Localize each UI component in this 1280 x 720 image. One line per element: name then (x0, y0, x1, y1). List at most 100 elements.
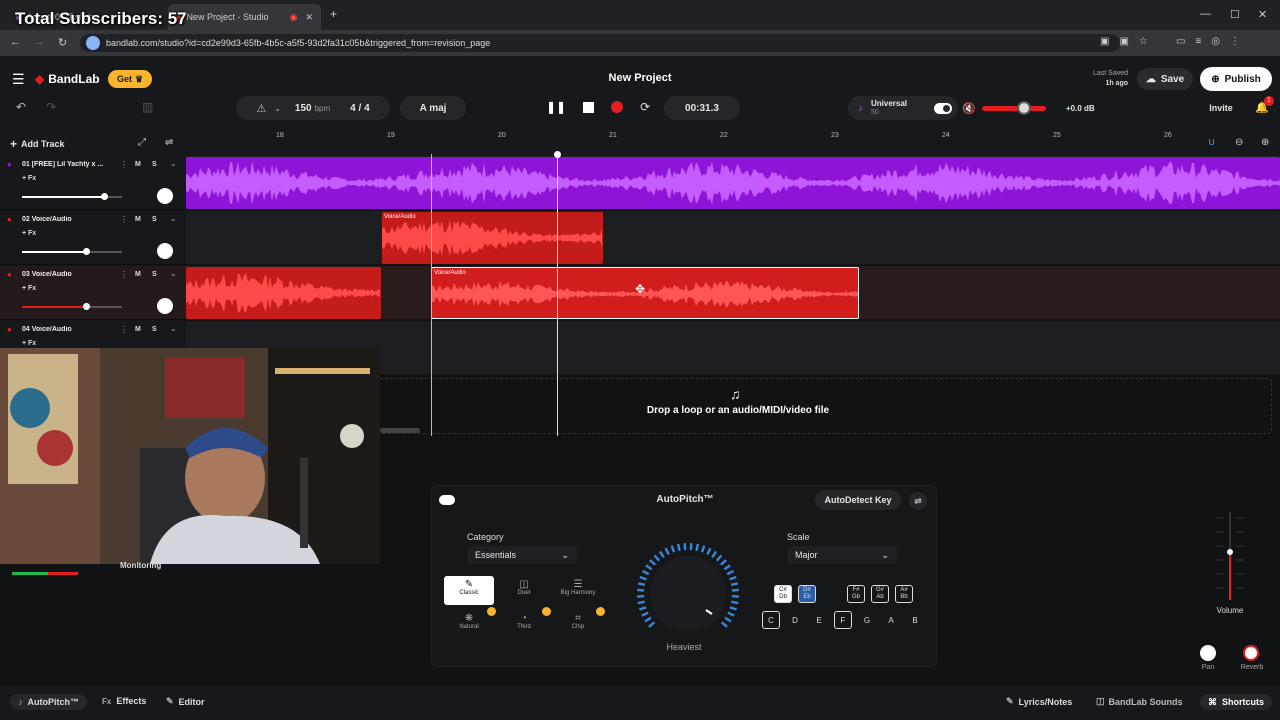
track-menu-icon[interactable]: ⋮ (120, 160, 128, 169)
add-fx-button[interactable]: + Fx (22, 230, 36, 237)
autopitch-enable-toggle[interactable] (439, 495, 455, 505)
track-menu-icon[interactable]: ⋮ (120, 325, 128, 334)
monitoring-toggle[interactable]: Monitoring (120, 561, 161, 570)
track-settings-icon[interactable]: ⇌ (165, 137, 173, 148)
add-fx-button[interactable]: + Fx (22, 340, 36, 347)
zoom-in-icon[interactable]: ⊕ (1261, 137, 1269, 148)
chevron-down-icon[interactable]: ⌄ (170, 269, 177, 278)
pan-knob[interactable] (157, 243, 173, 259)
amount-dial[interactable] (636, 542, 740, 646)
loop-icon[interactable]: ⟳ (640, 100, 650, 114)
reverb-knob[interactable] (1243, 645, 1259, 661)
track-volume-fader[interactable] (1214, 512, 1246, 600)
snap-icon[interactable]: ∪ (1208, 137, 1215, 148)
invite-button[interactable]: Invite (1200, 96, 1242, 120)
category-dropdown[interactable]: Essentials ⌄ (467, 546, 577, 564)
master-volume-slider[interactable] (982, 106, 1046, 111)
playhead[interactable] (557, 154, 558, 436)
bpm-value[interactable]: 150 (295, 103, 312, 114)
tab-autopitch[interactable]: ♪ AutoPitch™ (10, 694, 87, 710)
mode-big-harmony[interactable]: ☰ Big Harmony (553, 576, 603, 606)
url-input[interactable]: bandlab.com/studio?id=cd2e99d3-65fb-4b5c… (80, 34, 1120, 52)
undo-icon[interactable]: ↶ (16, 100, 26, 114)
track-title[interactable]: 02 Voice/Audio (22, 216, 114, 223)
metronome-icon[interactable]: ⚠ (256, 102, 266, 115)
site-info-icon[interactable] (86, 36, 100, 50)
track-menu-icon[interactable]: ⋮ (120, 270, 128, 279)
mode-chip[interactable]: ⌗ Chip (553, 610, 603, 640)
wand-icon[interactable]: ⤢ (138, 137, 146, 148)
key-accidental[interactable]: G# Ab (871, 585, 889, 603)
clip-track2[interactable]: Voice/Audio (382, 212, 603, 264)
publish-button[interactable]: ⊕ Publish (1200, 67, 1272, 91)
maximize-icon[interactable]: ☐ (1230, 8, 1240, 21)
track-title[interactable]: 01 [FREE] Lil Yachty x ... (22, 161, 114, 168)
pan-knob[interactable] (157, 298, 173, 314)
track-title[interactable]: 04 Voice/Audio (22, 326, 114, 333)
mode-classic[interactable]: ✎ Classic (444, 576, 494, 605)
mute-master-icon[interactable]: 🔇 (962, 102, 976, 115)
browser-toolbar-icons[interactable]: ▭≡◎⋮ (1176, 36, 1250, 47)
key-accidental[interactable]: C# Db (774, 585, 792, 603)
mute-button[interactable]: M (135, 326, 141, 333)
mute-button[interactable]: M (135, 216, 141, 223)
solo-button[interactable]: S (152, 271, 157, 278)
minimize-icon[interactable]: — (1200, 8, 1211, 20)
volume-slider-handle[interactable] (83, 303, 90, 310)
solo-button[interactable]: S (152, 216, 157, 223)
clip-track3a[interactable] (186, 267, 381, 319)
master-volume-handle[interactable] (1017, 101, 1031, 115)
bandlab-logo[interactable]: ◆ BandLab (35, 72, 100, 86)
metronome-dropdown-icon[interactable]: ⌄ (274, 104, 281, 113)
tab-effects[interactable]: Fx Effects (102, 696, 146, 706)
record-icon[interactable] (611, 101, 624, 113)
clip-track1[interactable] (186, 157, 1280, 209)
solo-button[interactable]: S (152, 161, 157, 168)
volume-slider-handle[interactable] (101, 193, 108, 200)
key-note[interactable]: G (858, 611, 876, 629)
shortcuts-button[interactable]: ⌘ Shortcuts (1200, 694, 1273, 710)
track-lane-2[interactable] (186, 211, 1280, 265)
close-window-icon[interactable]: ✕ (1258, 8, 1267, 21)
add-fx-button[interactable]: + Fx (22, 175, 36, 182)
solo-button[interactable]: S (152, 326, 157, 333)
mixer-icon[interactable]: ▥ (142, 100, 153, 114)
redo-icon[interactable]: ↷ (46, 100, 56, 114)
timeline-ruler[interactable] (186, 128, 1280, 156)
key-note[interactable]: F (834, 611, 852, 629)
key-note[interactable]: E (810, 611, 828, 629)
reload-icon[interactable]: ↻ (58, 36, 67, 49)
playhead-handle[interactable] (554, 151, 561, 158)
lyrics-notes-button[interactable]: ✎ Lyrics/Notes (1006, 696, 1072, 707)
zoom-out-icon[interactable]: ⊖ (1235, 137, 1243, 148)
scale-dropdown[interactable]: Major ⌄ (787, 546, 897, 564)
back-icon[interactable]: ← (10, 36, 21, 48)
tab-editor[interactable]: ✎ Editor (166, 696, 205, 707)
autopitch-preset[interactable]: ♪ Universal 50 (848, 96, 958, 120)
volume-slider-handle[interactable] (83, 248, 90, 255)
key-note[interactable]: C (762, 611, 780, 629)
close-tab-icon[interactable]: ✕ (305, 12, 313, 23)
key-selector[interactable]: A maj (400, 96, 466, 120)
chevron-down-icon[interactable]: ⌄ (170, 214, 177, 223)
mute-button[interactable]: M (135, 271, 141, 278)
browser-tab-studio[interactable]: ● New Project - Studio ◉ ✕ (168, 4, 321, 30)
time-signature[interactable]: 4 / 4 (350, 103, 369, 114)
browser-extension-icons[interactable]: ▣▣☆ (1100, 36, 1158, 47)
add-fx-button[interactable]: + Fx (22, 285, 36, 292)
stop-icon[interactable] (583, 101, 595, 113)
key-note[interactable]: A (882, 611, 900, 629)
pause-icon[interactable]: ❚❚ (546, 100, 566, 114)
get-membership-button[interactable]: Get ♛ (108, 70, 152, 88)
chevron-down-icon[interactable]: ⌄ (170, 159, 177, 168)
track-title[interactable]: 03 Voice/Audio (22, 271, 114, 278)
pan-knob[interactable] (157, 188, 173, 204)
horizontal-scrollbar[interactable] (380, 428, 420, 433)
project-title[interactable]: New Project (560, 72, 720, 84)
mute-button[interactable]: M (135, 161, 141, 168)
key-accidental[interactable]: F# Gb (847, 585, 865, 603)
autodetect-key-button[interactable]: AutoDetect Key (815, 490, 901, 510)
key-note[interactable]: D (786, 611, 804, 629)
save-button[interactable]: ☁ Save (1137, 68, 1193, 90)
key-note[interactable]: B (906, 611, 924, 629)
